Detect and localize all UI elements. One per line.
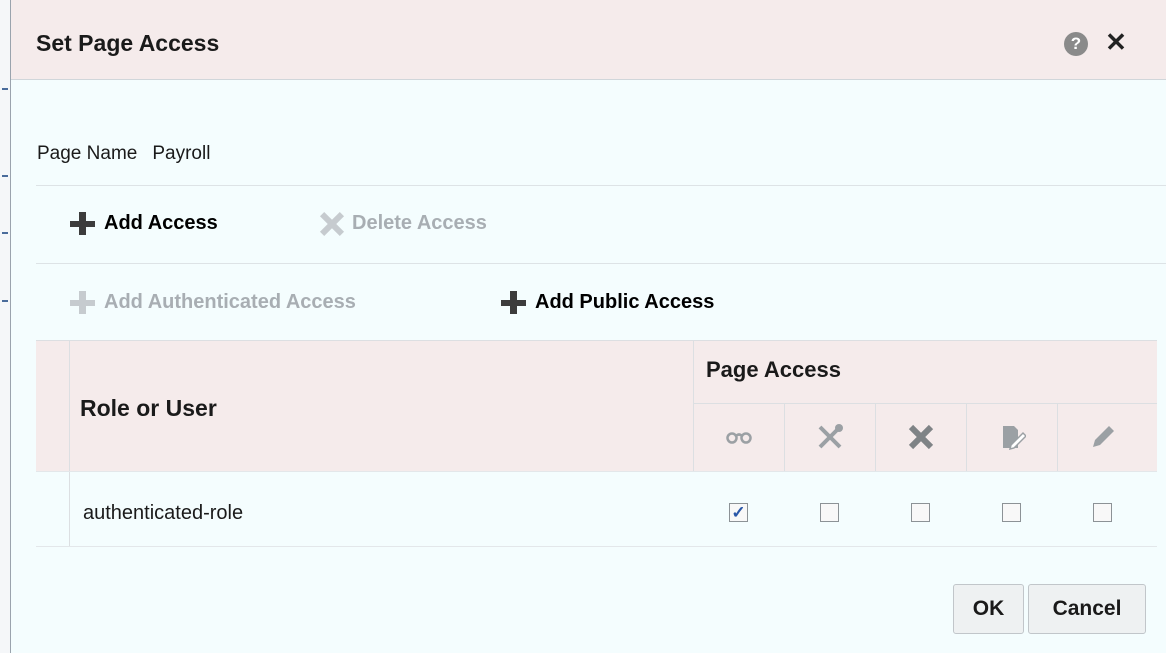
add-access-button[interactable]: Add Access (68, 209, 218, 237)
update-doc-icon (966, 404, 1057, 470)
update-permission-checkbox[interactable] (1002, 503, 1021, 522)
background-window-edge (0, 0, 10, 653)
customize-permission-checkbox[interactable] (820, 503, 839, 522)
ok-button[interactable]: OK (953, 584, 1024, 634)
edit-pencil-icon (1057, 404, 1148, 470)
grid-line (36, 340, 1157, 341)
dialog-title: Set Page Access (36, 30, 220, 56)
table-row[interactable]: authenticated-role (36, 471, 1157, 547)
dialog-titlebar: Set Page Access ? ✕ (11, 0, 1166, 80)
add-authenticated-access-button[interactable]: Add Authenticated Access (68, 288, 356, 316)
edge-tick (2, 232, 8, 234)
plus-icon (68, 288, 96, 316)
delete-access-label: Delete Access (352, 211, 487, 234)
edit-permission-checkbox[interactable] (1093, 503, 1112, 522)
edge-tick (2, 175, 8, 177)
delete-access-button[interactable]: Delete Access (316, 209, 487, 237)
delete-x-icon (316, 209, 344, 237)
page-name-label: Page Name (37, 143, 138, 164)
grid-line (693, 340, 694, 471)
grid-line (966, 403, 967, 471)
divider (36, 185, 1166, 186)
grid-line (875, 403, 876, 471)
cancel-button[interactable]: Cancel (1028, 584, 1146, 634)
divider (36, 263, 1166, 264)
role-name: authenticated-role (83, 502, 244, 524)
help-icon[interactable]: ? (1064, 32, 1088, 56)
page-name-row: Page Name Payroll (37, 143, 210, 165)
edge-tick (2, 88, 8, 90)
access-table: Role or User Page Access authenticated-r… (36, 340, 1157, 547)
plus-icon (68, 209, 96, 237)
delete-permission-checkbox[interactable] (911, 503, 930, 522)
add-public-access-label: Add Public Access (535, 290, 715, 313)
column-header-role-or-user: Role or User (80, 395, 217, 421)
add-public-access-button[interactable]: Add Public Access (499, 288, 714, 316)
set-page-access-dialog: Set Page Access ? ✕ Page Name Payroll Add… (10, 0, 1166, 653)
grid-line (1057, 403, 1058, 471)
column-header-page-access: Page Access (706, 357, 841, 382)
close-icon[interactable]: ✕ (1103, 28, 1129, 56)
add-authenticated-access-label: Add Authenticated Access (104, 290, 356, 313)
page-name-value: Payroll (152, 143, 211, 164)
customize-tools-icon (784, 404, 875, 470)
grid-line (693, 403, 1157, 404)
edge-tick (2, 300, 8, 302)
plus-icon (499, 288, 527, 316)
table-header: Role or User Page Access (36, 340, 1157, 471)
delete-x-icon (875, 404, 966, 470)
view-permission-checkbox[interactable] (729, 503, 748, 522)
add-access-label: Add Access (104, 211, 218, 234)
grid-line (784, 403, 785, 471)
view-glasses-icon (693, 404, 784, 470)
